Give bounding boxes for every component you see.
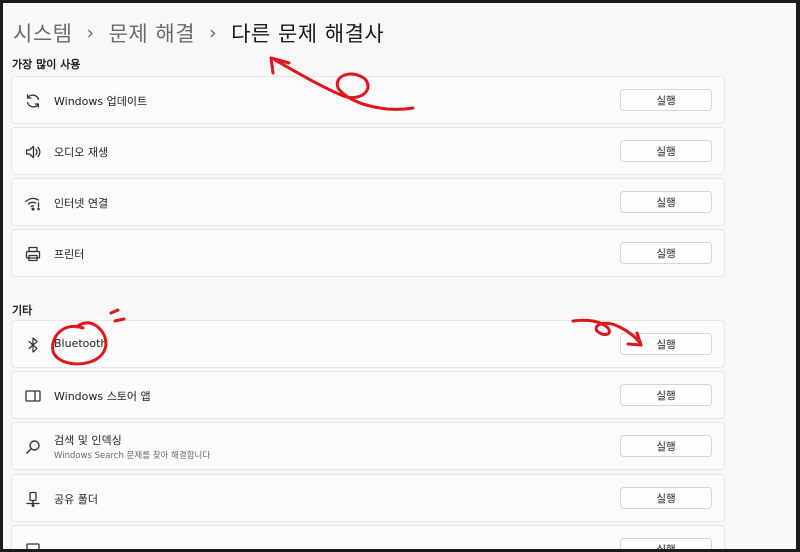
run-button[interactable]: 실행 <box>620 538 712 549</box>
refresh-icon <box>24 92 42 110</box>
run-button[interactable]: 실행 <box>620 487 712 509</box>
troubleshooter-bluetooth: Bluetooth 실행 <box>11 320 725 368</box>
troubleshooter-label: Windows 스토어 앱 <box>54 390 151 403</box>
settings-window: 시스템 › 문제 해결 › 다른 문제 해결사 가장 많이 사용 Windows… <box>3 3 796 549</box>
breadcrumb-troubleshoot[interactable]: 문제 해결 <box>109 18 195 48</box>
breadcrumb-separator: › <box>86 22 95 44</box>
wifi-icon <box>24 194 42 212</box>
breadcrumb: 시스템 › 문제 해결 › 다른 문제 해결사 <box>13 17 384 49</box>
run-button[interactable]: 실행 <box>620 191 712 213</box>
run-button[interactable]: 실행 <box>620 242 712 264</box>
bluetooth-icon <box>24 336 42 354</box>
generic-icon <box>24 541 42 549</box>
troubleshooter-label: 공유 폴더 <box>54 493 98 506</box>
run-button[interactable]: 실행 <box>620 384 712 406</box>
section-title-other: 기타 <box>12 304 33 317</box>
troubleshooter-label: 검색 및 인덱싱 <box>54 434 122 447</box>
troubleshooter-store-apps: Windows 스토어 앱 실행 <box>11 371 725 419</box>
search-icon <box>24 438 42 456</box>
run-button[interactable]: 실행 <box>620 435 712 457</box>
troubleshooter-audio: 오디오 재생 실행 <box>11 127 725 175</box>
section-title-most-used: 가장 많이 사용 <box>12 58 81 71</box>
troubleshooter-label: 오디오 재생 <box>54 146 109 159</box>
printer-icon <box>24 245 42 263</box>
annotation-tick-bluetooth-1 <box>109 308 120 315</box>
troubleshooter-search-indexing: 검색 및 인덱싱 Windows Search 문제를 찾아 해결합니다 실행 <box>11 422 725 470</box>
breadcrumb-system[interactable]: 시스템 <box>13 18 72 48</box>
annotation-arrowhead-title <box>269 56 291 75</box>
page-title: 다른 문제 해결사 <box>231 22 385 46</box>
store-app-icon <box>24 387 42 405</box>
run-button[interactable]: 실행 <box>620 89 712 111</box>
troubleshooter-shared-folders: 공유 폴더 실행 <box>11 474 725 522</box>
troubleshooter-printer: 프린터 실행 <box>11 229 725 277</box>
troubleshooter-partial: 실행 <box>11 525 725 549</box>
troubleshooter-label: 프린터 <box>54 248 85 261</box>
troubleshooter-internet: 인터넷 연결 실행 <box>11 178 725 226</box>
troubleshooter-windows-update: Windows 업데이트 실행 <box>11 76 725 124</box>
breadcrumb-separator: › <box>209 22 218 44</box>
run-button[interactable]: 실행 <box>620 333 712 355</box>
troubleshooter-description: Windows Search 문제를 찾아 해결합니다 <box>54 451 211 461</box>
shared-folder-icon <box>24 490 42 508</box>
troubleshooter-label: 인터넷 연결 <box>54 197 109 210</box>
run-button[interactable]: 실행 <box>620 140 712 162</box>
speaker-icon <box>24 143 42 161</box>
troubleshooter-label: Bluetooth <box>54 337 108 350</box>
troubleshooter-label: Windows 업데이트 <box>54 95 148 108</box>
